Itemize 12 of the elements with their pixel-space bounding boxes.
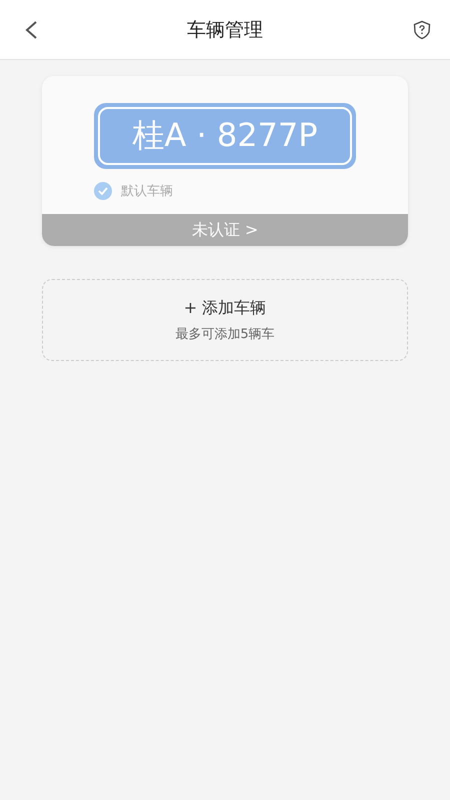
- plate-number: 桂A · 8277P: [98, 107, 352, 165]
- checkbox[interactable]: [94, 182, 112, 200]
- add-vehicle-label: + 添加车辆: [184, 298, 266, 318]
- verification-status: 未认证 >: [192, 220, 258, 240]
- add-vehicle-button[interactable]: + 添加车辆 最多可添加5辆车: [42, 279, 408, 361]
- default-vehicle-label: 默认车辆: [121, 183, 173, 200]
- help-icon[interactable]: [412, 20, 432, 40]
- vehicle-card[interactable]: 桂A · 8277P 默认车辆 未认证 >: [42, 76, 408, 246]
- page-title: 车辆管理: [187, 18, 263, 42]
- add-vehicle-hint: 最多可添加5辆车: [175, 326, 275, 342]
- back-icon[interactable]: [24, 20, 38, 40]
- status-bar[interactable]: 未认证 >: [42, 214, 408, 246]
